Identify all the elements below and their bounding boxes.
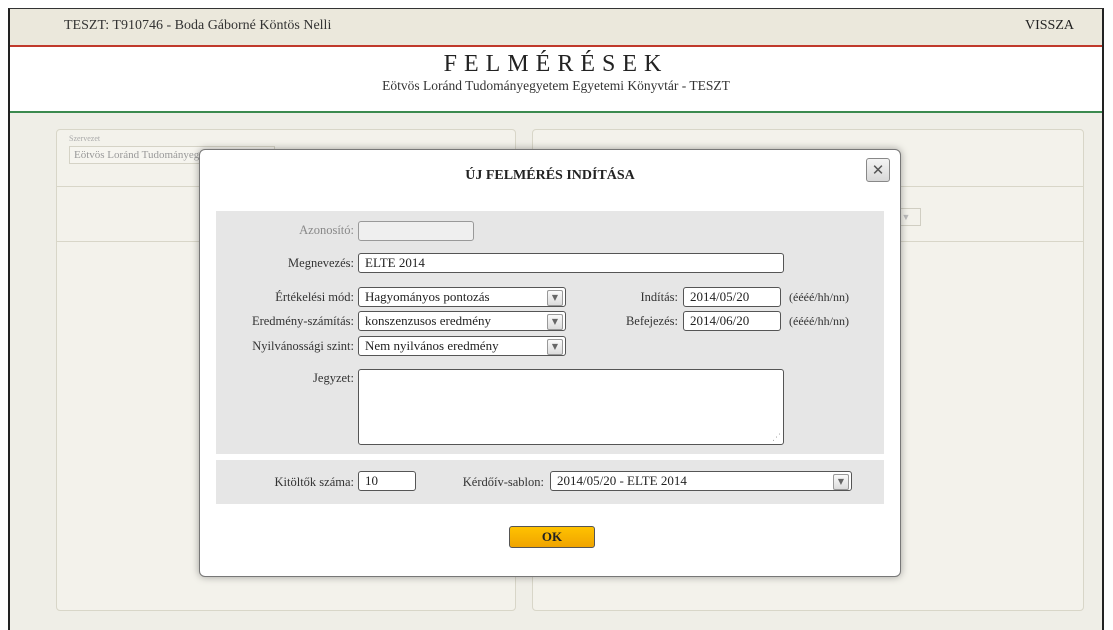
- nyilvanossagi-szint-select[interactable]: Nem nyilvános eredmény ▼: [358, 336, 566, 356]
- azonosito-label: Azonosító:: [299, 223, 354, 237]
- page-subtitle: Eötvös Loránd Tudományegyetem Egyetemi K…: [382, 78, 730, 93]
- ertekelesi-mod-label: Értékelési mód:: [275, 290, 354, 304]
- inditas-date-format-hint: (éééé/hh/nn): [789, 290, 849, 304]
- top-bar: TESZT: T910746 - Boda Gáborné Köntös Nel…: [10, 9, 1102, 47]
- chevron-down-icon: ▼: [833, 474, 849, 490]
- befejezes-date-format-hint: (éééé/hh/nn): [789, 314, 849, 328]
- inditas-label: Indítás:: [640, 290, 679, 304]
- resize-grip-icon[interactable]: ⋰: [772, 433, 781, 443]
- survey-form: Azonosító: Megnevezés: ELTE 2014 Értékel…: [216, 211, 884, 454]
- app-frame: TESZT: T910746 - Boda Gáborné Köntös Nel…: [8, 8, 1104, 630]
- kerdoiv-sablon-select[interactable]: 2014/05/20 - ELTE 2014 ▼: [550, 471, 852, 491]
- survey-settings-row: Kitöltők száma: 10 Kérdőív-sablon: 2014/…: [216, 460, 884, 504]
- befejezes-label: Befejezés:: [625, 314, 678, 328]
- kerdoiv-sablon-value: 2014/05/20 - ELTE 2014: [557, 473, 687, 488]
- dialog-title: ÚJ FELMÉRÉS INDÍTÁSA: [465, 168, 635, 183]
- new-survey-dialog: ÚJ FELMÉRÉS INDÍTÁSA ✕ Azonosító: Megnev…: [199, 149, 901, 577]
- close-icon[interactable]: ✕: [866, 158, 890, 182]
- page-title: FELMÉRÉSEK: [443, 51, 669, 77]
- kitoltok-szama-field[interactable]: 10: [358, 471, 416, 491]
- back-link[interactable]: VISSZA: [1025, 18, 1074, 34]
- azonosito-field: [358, 221, 474, 241]
- page-header: FELMÉRÉSEK Eötvös Loránd Tudományegyetem…: [10, 47, 1102, 113]
- chevron-down-icon: ▼: [547, 339, 563, 355]
- megnevezes-label: Megnevezés:: [288, 256, 354, 270]
- jegyzet-textarea[interactable]: ⋰: [358, 369, 784, 445]
- kerdoiv-sablon-label: Kérdőív-sablon:: [462, 475, 544, 489]
- chevron-down-icon: ▼: [547, 314, 563, 330]
- eredmeny-szamitas-select[interactable]: konszenzusos eredmény ▼: [358, 311, 566, 331]
- befejezes-date-field[interactable]: 2014/06/20: [683, 311, 781, 331]
- megnevezes-field[interactable]: ELTE 2014: [358, 253, 784, 273]
- organization-label: Szervezet: [69, 134, 101, 143]
- logged-in-user: TESZT: T910746 - Boda Gáborné Köntös Nel…: [64, 18, 332, 33]
- ertekelesi-mod-select[interactable]: Hagyományos pontozás ▼: [358, 287, 566, 307]
- kitoltok-szama-label: Kitöltők száma:: [274, 475, 355, 489]
- jegyzet-label: Jegyzet:: [313, 371, 354, 385]
- inditas-date-field[interactable]: 2014/05/20: [683, 287, 781, 307]
- chevron-down-icon: ▼: [547, 290, 563, 306]
- ertekelesi-mod-value: Hagyományos pontozás: [365, 289, 490, 304]
- ok-button[interactable]: OK: [509, 526, 595, 548]
- eredmeny-szamitas-value: konszenzusos eredmény: [365, 313, 491, 328]
- nyilvanossagi-szint-value: Nem nyilvános eredmény: [365, 338, 499, 353]
- nyilvanossagi-szint-label: Nyilvánossági szint:: [252, 339, 354, 353]
- eredmeny-szamitas-label: Eredmény-számítás:: [251, 314, 354, 328]
